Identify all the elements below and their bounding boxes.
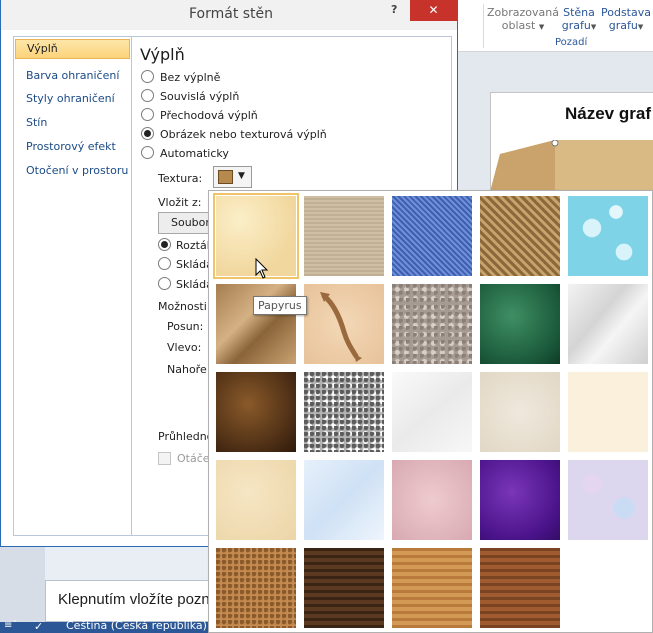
- dialog-titlebar[interactable]: Formát stěn ? ✕: [1, 0, 457, 30]
- texture-dropdown-button[interactable]: ▼: [213, 166, 252, 188]
- radio-circle[interactable]: [141, 70, 154, 83]
- radio-stretch[interactable]: Roztáh: [158, 238, 214, 254]
- radio-label: Souvislá výplň: [160, 90, 240, 103]
- plot-area-label-1: Zobrazovaná: [487, 6, 559, 19]
- rotate-with-shape-checkbox[interactable]: [158, 452, 171, 465]
- texture-label: Textura:: [158, 172, 203, 185]
- nav-item-shadow[interactable]: Stín: [15, 113, 130, 133]
- texture-walnut-tile[interactable]: [304, 548, 384, 628]
- texture-bouquet-tile[interactable]: [568, 460, 648, 540]
- texture-canvas-tile[interactable]: [304, 196, 384, 276]
- chart-wall-label-1: Stěna: [563, 6, 595, 19]
- offset-label: Posun:: [167, 320, 204, 333]
- radio-circle[interactable]: [158, 257, 171, 270]
- radio-circle[interactable]: [158, 277, 171, 290]
- ribbon-separator: [483, 4, 484, 48]
- radio-picture-texture-fill[interactable]: Obrázek nebo texturová výplň: [141, 127, 327, 143]
- nav-item-border-color[interactable]: Barva ohraničení: [15, 66, 130, 86]
- texture-white-marble-tile[interactable]: [568, 284, 648, 364]
- chart-wall-label-2: grafu: [561, 19, 591, 32]
- section-title: Výplň: [140, 45, 185, 64]
- texture-brown-marble-tile[interactable]: [216, 372, 296, 452]
- texture-recycled-paper-tile[interactable]: [392, 372, 472, 452]
- nav-item-border-styles[interactable]: Styly ohraničení: [15, 89, 130, 109]
- notes-placeholder[interactable]: Klepnutím vložíte pozn: [45, 580, 215, 622]
- ribbon-group-label: Pozadí: [555, 37, 588, 48]
- radio-automatic[interactable]: Automaticky: [141, 146, 229, 162]
- category-list: Výplň Barva ohraničení Styly ohraničení …: [13, 36, 132, 536]
- chart-floor-label-1: Podstava: [601, 6, 651, 19]
- ribbon: Zobrazovaná oblast ▼ Stěna grafu▼ Podsta…: [455, 0, 653, 52]
- radio-circle[interactable]: [141, 89, 154, 102]
- texture-stationery-tile[interactable]: [216, 460, 296, 540]
- chart-floor-label-2: grafu: [608, 19, 638, 32]
- left-label: Vlevo:: [167, 341, 202, 354]
- texture-gallery: [208, 190, 653, 633]
- help-button[interactable]: ?: [391, 3, 405, 19]
- nav-item-fill[interactable]: Výplň: [15, 39, 130, 59]
- texture-sand-tile[interactable]: [480, 372, 560, 452]
- nav-item-3d-rotation[interactable]: Otočení v prostoru: [15, 161, 130, 181]
- radio-no-fill[interactable]: Bez výplně: [141, 70, 220, 86]
- texture-purple-mesh-tile[interactable]: [480, 460, 560, 540]
- radio-solid-fill[interactable]: Souvislá výplň: [141, 89, 239, 105]
- nav-item-3d-format[interactable]: Prostorový efekt: [15, 137, 130, 157]
- radio-circle[interactable]: [141, 108, 154, 121]
- texture-water-droplets-tile[interactable]: [568, 196, 648, 276]
- chevron-down-icon: ▼: [538, 23, 545, 31]
- radio-circle[interactable]: [141, 146, 154, 159]
- texture-tooltip: Papyrus: [253, 296, 307, 315]
- texture-green-marble-tile[interactable]: [480, 284, 560, 364]
- texture-denim-tile[interactable]: [392, 196, 472, 276]
- file-button[interactable]: Soubor...: [158, 212, 214, 234]
- close-button[interactable]: ✕: [410, 0, 457, 21]
- mouse-cursor-icon: [255, 258, 269, 279]
- texture-cork-tile[interactable]: [216, 548, 296, 628]
- radio-label: Automaticky: [160, 147, 229, 160]
- chart-floor-button[interactable]: Podstava grafu▼: [601, 6, 651, 34]
- radio-circle-selected[interactable]: [141, 127, 154, 140]
- radio-label: Bez výplně: [160, 71, 221, 84]
- fish-fossil-icon: [320, 292, 362, 362]
- chart-wall-preview[interactable]: [490, 140, 653, 192]
- radio-circle-selected[interactable]: [158, 238, 171, 251]
- texture-pink-tissue-paper-tile[interactable]: [392, 460, 472, 540]
- top-label: Nahoře:: [167, 363, 211, 376]
- radio-label: Přechodová výplň: [160, 109, 258, 122]
- insert-from-label: Vložit z:: [158, 196, 202, 209]
- chart-wall-button[interactable]: Stěna grafu▼: [559, 6, 599, 34]
- texture-gravel-tile[interactable]: [304, 372, 384, 452]
- status-language[interactable]: Čeština (Česká republika): [66, 619, 207, 633]
- texture-swatch-icon: [218, 170, 233, 184]
- texture-blue-tissue-paper-tile[interactable]: [304, 460, 384, 540]
- texture-medium-wood-tile[interactable]: [480, 548, 560, 628]
- texture-parchment-tile[interactable]: [568, 372, 648, 452]
- chevron-down-icon: ▼: [238, 171, 245, 181]
- chevron-down-icon: ▼: [590, 23, 597, 31]
- status-indicator: ≡ˇ: [4, 620, 18, 631]
- radio-label: Obrázek nebo texturová výplň: [160, 128, 327, 141]
- spellcheck-icon[interactable]: ✓: [34, 620, 43, 633]
- chart-title[interactable]: Název graf: [565, 104, 651, 124]
- plot-area-label-2: oblast: [501, 19, 536, 32]
- texture-granite-tile[interactable]: [392, 284, 472, 364]
- chevron-down-icon: ▼: [637, 23, 644, 31]
- texture-oak-tile[interactable]: [392, 548, 472, 628]
- texture-fish-fossil-tile[interactable]: [304, 284, 384, 364]
- texture-woven-mat-tile[interactable]: [480, 196, 560, 276]
- plot-area-button[interactable]: Zobrazovaná oblast ▼: [487, 6, 559, 34]
- radio-gradient-fill[interactable]: Přechodová výplň: [141, 108, 258, 124]
